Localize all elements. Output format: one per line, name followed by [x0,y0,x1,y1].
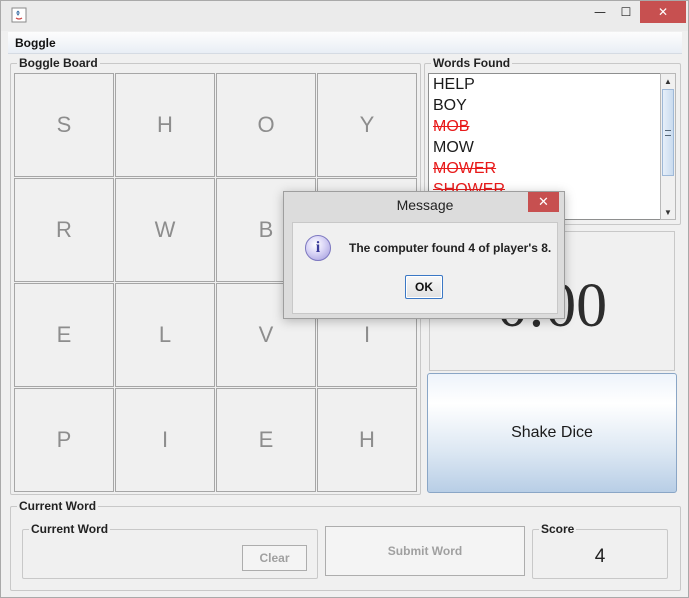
dialog-body: i The computer found 4 of player's 8. OK [292,222,558,314]
scrollbar-thumb[interactable] [662,89,674,176]
word-item: HELP [433,76,475,93]
score-legend: Score [539,522,577,536]
die-3[interactable]: O [216,73,316,177]
scroll-down-icon[interactable]: ▼ [661,205,675,219]
minimize-button[interactable]: — [586,1,614,23]
close-window-button[interactable]: ✕ [640,1,686,23]
words-scrollbar[interactable]: ▲ ▼ [660,73,676,220]
words-found-legend: Words Found [431,56,513,70]
dialog-title: Message [396,197,454,213]
grip-icon [665,130,671,136]
die-16[interactable]: H [317,388,417,492]
message-dialog: Message ✕ i The computer found 4 of play… [283,191,565,319]
maximize-button[interactable]: ☐ [612,1,640,23]
boggle-board-legend: Boggle Board [17,56,100,70]
current-word-field-legend: Current Word [29,522,111,536]
info-icon: i [305,235,331,261]
menu-boggle[interactable]: Boggle [15,36,56,50]
title-bar: — ☐ ✕ [1,1,688,31]
die-13[interactable]: P [14,388,114,492]
clear-button[interactable]: Clear [242,545,307,571]
dialog-message: The computer found 4 of player's 8. [349,241,552,255]
word-item-struck: MOB [433,118,470,135]
die-10[interactable]: L [115,283,215,387]
die-14[interactable]: I [115,388,215,492]
die-6[interactable]: W [115,178,215,282]
scroll-up-icon[interactable]: ▲ [661,74,675,88]
die-5[interactable]: R [14,178,114,282]
die-15[interactable]: E [216,388,316,492]
die-9[interactable]: E [14,283,114,387]
word-item: MOW [433,139,474,156]
app-window: — ☐ ✕ Boggle Boggle Board S H O Y R W B … [0,0,689,598]
die-2[interactable]: H [115,73,215,177]
dialog-close-button[interactable]: ✕ [528,192,559,212]
ok-button[interactable]: OK [405,275,443,299]
word-item: BOY [433,97,467,114]
score-value: 4 [594,546,606,567]
die-4[interactable]: Y [317,73,417,177]
submit-word-button[interactable]: Submit Word [325,526,525,576]
die-1[interactable]: S [14,73,114,177]
word-item-struck: MOWER [433,160,497,177]
java-app-icon [11,7,27,23]
shake-dice-button[interactable]: Shake Dice [427,373,677,493]
menu-bar: Boggle [8,32,682,54]
current-word-panel-legend: Current Word [17,499,99,513]
